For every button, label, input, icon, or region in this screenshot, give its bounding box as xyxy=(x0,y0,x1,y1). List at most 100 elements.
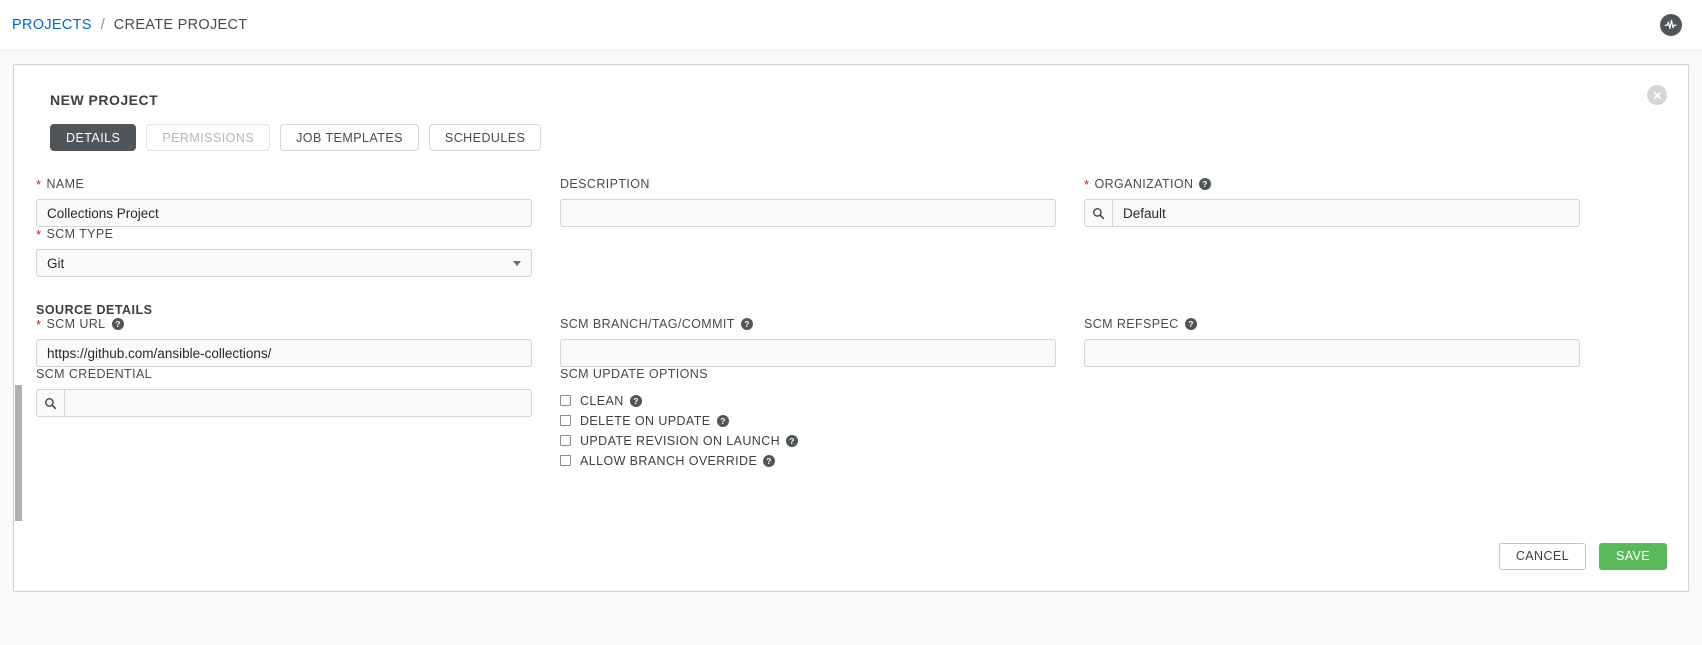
checkbox-row-delete-on-update: DELETE ON UPDATE ? xyxy=(560,411,1056,430)
field-scm-url: * SCM URL ? xyxy=(36,317,532,367)
scm-type-select-wrap: Git xyxy=(36,249,532,277)
checkbox-delete-on-update-label[interactable]: DELETE ON UPDATE ? xyxy=(580,414,729,428)
checkbox-allow-branch-override-label[interactable]: ALLOW BRANCH OVERRIDE ? xyxy=(580,453,776,468)
help-circle-icon[interactable]: ? xyxy=(740,318,753,330)
tab-permissions[interactable]: PERMISSIONS xyxy=(146,124,271,151)
help-circle-icon[interactable]: ? xyxy=(1184,318,1197,330)
card-inner: NEW PROJECT DETAILS PERMISSIONS JOB TEMP… xyxy=(14,65,1688,591)
tab-schedules[interactable]: SCHEDULES xyxy=(428,124,542,151)
checkbox-delete-on-update-text: DELETE ON UPDATE xyxy=(580,413,711,428)
scm-type-label-text: SCM TYPE xyxy=(46,227,114,241)
activity-stream-icon[interactable] xyxy=(1660,14,1682,36)
scm-credential-input[interactable] xyxy=(65,390,531,416)
scm-url-input[interactable] xyxy=(36,339,532,367)
scm-credential-label-text: SCM CREDENTIAL xyxy=(36,367,153,381)
form-row-1: * NAME DESCRIPTION xyxy=(36,177,1666,227)
row2-spacer-b xyxy=(1084,227,1580,277)
scm-refspec-input[interactable] xyxy=(1084,339,1580,367)
checkbox-clean-text: CLEAN xyxy=(580,393,624,408)
required-asterisk: * xyxy=(36,316,42,332)
scm-update-options-checkbox-group: CLEAN ? DELETE ON UPDATE ? UPDATE REVISI… xyxy=(560,391,1056,470)
scm-branch-label-text: SCM BRANCH/TAG/COMMIT xyxy=(560,317,735,331)
form-row-4: SCM CREDENTIAL SCM UPDATE OPTIONS CLEAN … xyxy=(36,367,1666,471)
checkbox-allow-branch-override[interactable] xyxy=(560,455,571,466)
search-icon[interactable] xyxy=(1085,200,1113,226)
breadcrumb-bar: PROJECTS / CREATE PROJECT xyxy=(0,0,1702,51)
organization-label: * ORGANIZATION ? xyxy=(1084,177,1580,191)
description-input[interactable] xyxy=(560,199,1056,227)
scm-credential-label: SCM CREDENTIAL xyxy=(36,367,532,381)
name-input[interactable] xyxy=(36,199,532,227)
source-details-heading: SOURCE DETAILS xyxy=(36,303,153,317)
field-scm-update-options: SCM UPDATE OPTIONS CLEAN ? DELETE ON UPD… xyxy=(560,367,1056,471)
description-label-text: DESCRIPTION xyxy=(560,177,650,191)
scm-credential-lookup xyxy=(36,389,532,417)
scm-refspec-label-text: SCM REFSPEC xyxy=(1084,317,1179,331)
name-label-text: NAME xyxy=(46,177,85,191)
svg-text:?: ? xyxy=(633,396,639,406)
organization-input[interactable] xyxy=(1113,200,1579,226)
tab-job-templates[interactable]: JOB TEMPLATES xyxy=(280,124,419,151)
save-button[interactable]: SAVE xyxy=(1598,542,1667,570)
organization-lookup xyxy=(1084,199,1580,227)
scm-url-label: * SCM URL ? xyxy=(36,317,532,331)
checkbox-row-update-revision-on-launch: UPDATE REVISION ON LAUNCH ? xyxy=(560,431,1056,450)
checkbox-delete-on-update[interactable] xyxy=(560,415,571,426)
scm-branch-input[interactable] xyxy=(560,339,1056,367)
required-asterisk: * xyxy=(1084,177,1090,192)
breadcrumb-projects-link[interactable]: PROJECTS xyxy=(12,17,92,33)
svg-text:?: ? xyxy=(766,456,772,466)
scm-update-options-label: SCM UPDATE OPTIONS xyxy=(560,367,1056,381)
row2-spacer-a xyxy=(560,227,1056,277)
cancel-button[interactable]: CANCEL xyxy=(1498,542,1586,570)
svg-text:?: ? xyxy=(115,319,121,329)
field-name: * NAME xyxy=(36,177,532,227)
field-scm-credential: SCM CREDENTIAL xyxy=(36,367,532,471)
required-asterisk: * xyxy=(36,177,42,192)
help-circle-icon[interactable]: ? xyxy=(786,434,799,447)
page-title: NEW PROJECT xyxy=(50,92,159,108)
checkbox-update-revision-on-launch[interactable] xyxy=(560,435,571,446)
checkbox-update-revision-on-launch-label[interactable]: UPDATE REVISION ON LAUNCH ? xyxy=(580,433,799,448)
card-footer: CANCEL SAVE xyxy=(14,521,1688,591)
help-circle-icon[interactable]: ? xyxy=(1199,178,1212,190)
form-row-2: * SCM TYPE Git xyxy=(36,227,1666,277)
breadcrumb-current: CREATE PROJECT xyxy=(113,17,248,33)
help-circle-icon[interactable]: ? xyxy=(716,414,729,427)
svg-text:?: ? xyxy=(789,436,795,446)
svg-text:?: ? xyxy=(744,319,750,329)
project-form: * NAME DESCRIPTION xyxy=(14,177,1688,471)
field-scm-type: * SCM TYPE Git xyxy=(36,227,532,277)
checkbox-update-revision-on-launch-text: UPDATE REVISION ON LAUNCH xyxy=(580,433,781,448)
organization-label-text: ORGANIZATION xyxy=(1094,177,1194,191)
scm-url-label-text: SCM URL xyxy=(46,317,106,331)
close-icon[interactable] xyxy=(1647,85,1667,105)
required-asterisk: * xyxy=(36,226,42,242)
checkbox-allow-branch-override-text: ALLOW BRANCH OVERRIDE xyxy=(580,453,758,468)
scm-branch-label: SCM BRANCH/TAG/COMMIT ? xyxy=(560,317,1056,331)
scm-type-selected-value: Git xyxy=(47,255,65,271)
svg-text:?: ? xyxy=(1203,179,1209,189)
new-project-card: NEW PROJECT DETAILS PERMISSIONS JOB TEMP… xyxy=(13,64,1689,592)
scm-refspec-label: SCM REFSPEC ? xyxy=(1084,317,1580,331)
scm-update-options-label-text: SCM UPDATE OPTIONS xyxy=(560,367,708,381)
breadcrumb-separator: / xyxy=(100,17,105,33)
search-icon[interactable] xyxy=(37,390,65,416)
form-row-3: * SCM URL ? https://github.com/ansible-c… xyxy=(36,317,1666,367)
scm-type-label: * SCM TYPE xyxy=(36,227,532,241)
scm-type-select[interactable]: Git xyxy=(36,249,532,277)
field-scm-refspec: SCM REFSPEC ? xyxy=(1084,317,1580,367)
help-circle-icon[interactable]: ? xyxy=(629,394,642,407)
tab-details[interactable]: DETAILS xyxy=(50,124,137,151)
form-scroll-area: * NAME DESCRIPTION xyxy=(14,177,1688,557)
field-scm-branch: SCM BRANCH/TAG/COMMIT ? xyxy=(560,317,1056,367)
checkbox-clean[interactable] xyxy=(560,395,571,406)
checkbox-row-allow-branch-override: ALLOW BRANCH OVERRIDE ? xyxy=(560,451,1056,470)
checkbox-clean-label[interactable]: CLEAN ? xyxy=(580,394,642,408)
field-organization: * ORGANIZATION ? xyxy=(1084,177,1580,227)
help-circle-icon[interactable]: ? xyxy=(111,318,124,330)
name-label: * NAME xyxy=(36,177,532,191)
help-circle-icon[interactable]: ? xyxy=(763,454,776,467)
row4-spacer xyxy=(1084,367,1580,471)
svg-text:?: ? xyxy=(1188,319,1194,329)
